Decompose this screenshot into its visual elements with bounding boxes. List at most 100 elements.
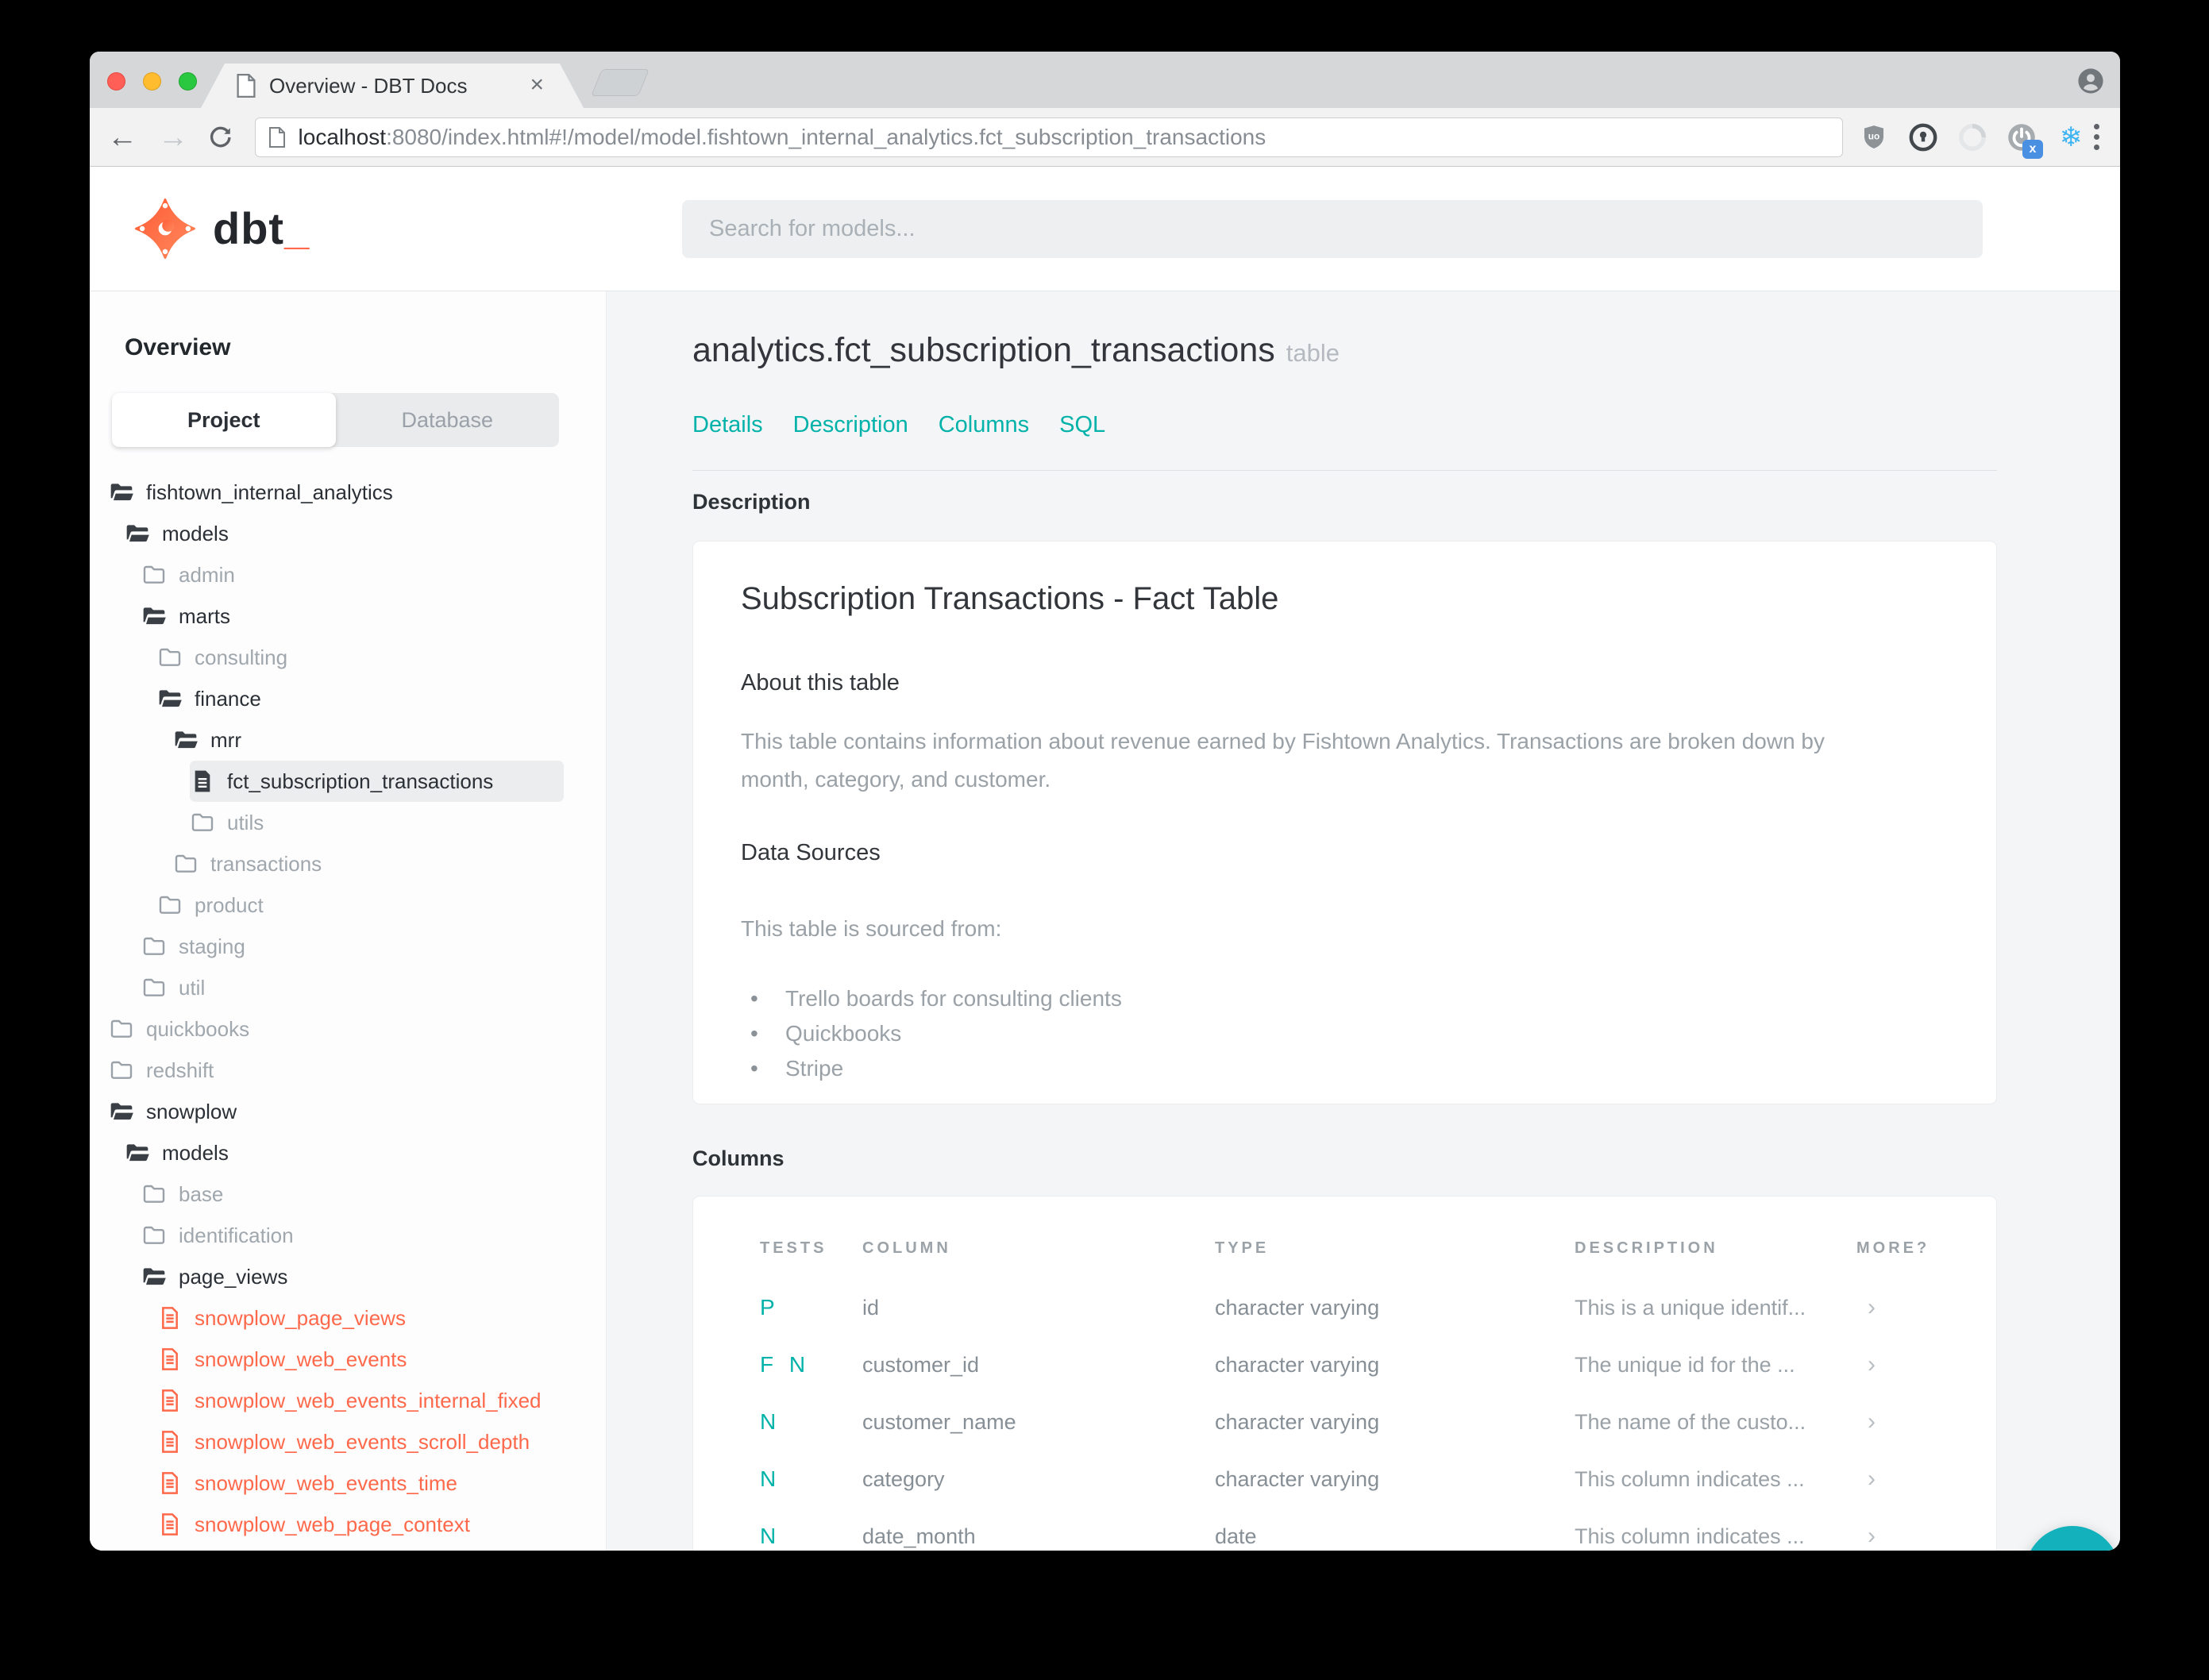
- tab-close-icon[interactable]: ×: [530, 71, 544, 98]
- source-label: Stripe: [785, 1056, 844, 1081]
- tree-item-label: page_views: [179, 1264, 288, 1289]
- tree-item[interactable]: redshift: [109, 1050, 564, 1091]
- tab-database[interactable]: Database: [336, 393, 560, 447]
- tree-item-label: snowplow_web_events_time: [195, 1470, 457, 1495]
- tree-item[interactable]: util: [141, 967, 564, 1008]
- tree-item[interactable]: snowplow_web_page_context: [157, 1504, 564, 1545]
- tree-item[interactable]: admin: [141, 554, 564, 595]
- column-row[interactable]: N date_month date This column indicates …: [760, 1508, 1964, 1551]
- tree-item[interactable]: fishtown_internal_analytics: [109, 472, 564, 513]
- tree-item[interactable]: consulting: [157, 637, 564, 678]
- column-tests: F N: [760, 1352, 811, 1377]
- tree-item-label: snowplow: [146, 1099, 237, 1123]
- tree-item[interactable]: snowplow: [109, 1091, 564, 1132]
- file-icon: [195, 770, 210, 792]
- tree-item-label: consulting: [195, 645, 288, 669]
- window-close-button[interactable]: [107, 72, 125, 91]
- tree-item[interactable]: base: [141, 1173, 564, 1215]
- bullet-icon: •: [750, 1021, 758, 1046]
- tree-item[interactable]: marts: [141, 595, 564, 637]
- column-name: customer_name: [862, 1409, 1016, 1434]
- model-nav-link[interactable]: Description: [793, 412, 908, 438]
- column-row[interactable]: N customer_name character varying The na…: [760, 1393, 1964, 1451]
- window-zoom-button[interactable]: [179, 72, 197, 91]
- column-row[interactable]: N category character varying This column…: [760, 1451, 1964, 1508]
- column-name: customer_id: [862, 1352, 980, 1377]
- tree-item[interactable]: fct_subscription_transactions: [190, 761, 564, 802]
- folder-closed-icon: [143, 978, 165, 996]
- url-bar[interactable]: localhost:8080/index.html#!/model/model.…: [254, 117, 1843, 157]
- column-type: character varying: [1215, 1352, 1380, 1377]
- expand-chevron-icon[interactable]: ›: [1856, 1523, 1964, 1550]
- column-description: This is a unique identif...: [1575, 1295, 1806, 1320]
- expand-chevron-icon[interactable]: ›: [1856, 1351, 1964, 1378]
- url-page-icon: [268, 126, 285, 148]
- tree-item[interactable]: transactions: [173, 843, 564, 884]
- column-row[interactable]: P id character varying This is a unique …: [760, 1279, 1964, 1336]
- expand-chevron-icon[interactable]: ›: [1856, 1408, 1964, 1435]
- tree-item[interactable]: snowplow_web_events_time: [157, 1462, 564, 1504]
- model-name: analytics.fct_subscription_transactions: [692, 331, 1275, 369]
- svg-text:uo: uo: [1868, 130, 1880, 141]
- tree-item[interactable]: staging: [141, 926, 564, 967]
- tree-item[interactable]: product: [157, 884, 564, 926]
- browser-menu-icon[interactable]: [2094, 124, 2099, 150]
- ublock-shield-icon[interactable]: uo: [1859, 122, 1889, 152]
- doc-title: Subscription Transactions - Fact Table: [741, 581, 1279, 616]
- source-list-item: • Quickbooks: [741, 1016, 1949, 1051]
- snowflake-extension-icon[interactable]: ❄: [2056, 122, 2086, 152]
- folder-open-icon: [175, 731, 198, 749]
- tree-item[interactable]: snowplow_web_events: [157, 1339, 564, 1380]
- search-input[interactable]: [682, 200, 1983, 258]
- model-nav-link[interactable]: SQL: [1059, 412, 1105, 438]
- tree-item[interactable]: page_views: [141, 1256, 564, 1297]
- header-type: TYPE: [1215, 1239, 1270, 1257]
- browser-tab[interactable]: Overview - DBT Docs ×: [201, 64, 584, 108]
- tree-item[interactable]: models: [125, 1132, 564, 1173]
- page-body: Overview Project Database fishtown_inter…: [90, 291, 2120, 1551]
- profile-avatar-icon[interactable]: [2077, 67, 2104, 94]
- tree-item-label: transactions: [210, 851, 322, 876]
- model-type-suffix: table: [1286, 339, 1340, 367]
- tree-item-label: snowplow_web_events: [195, 1347, 407, 1371]
- tab-project[interactable]: Project: [112, 393, 336, 447]
- column-row[interactable]: F N customer_id character varying The un…: [760, 1336, 1964, 1393]
- folder-closed-icon: [143, 937, 165, 955]
- column-type: date: [1215, 1524, 1257, 1548]
- column-type: character varying: [1215, 1409, 1380, 1434]
- tree-item[interactable]: models: [125, 513, 564, 554]
- tree-item[interactable]: mrr: [173, 719, 564, 761]
- window-minimize-button[interactable]: [143, 72, 161, 91]
- tree-item-label: utils: [227, 810, 264, 834]
- model-nav-link[interactable]: Columns: [939, 412, 1029, 438]
- dbt-logo-underscore: _: [284, 203, 310, 253]
- power-extension-icon[interactable]: x: [2007, 122, 2043, 159]
- description-section-label: Description: [692, 490, 811, 514]
- expand-chevron-icon[interactable]: ›: [1856, 1466, 1964, 1493]
- sources-list: • Trello boards for consulting clients •…: [741, 981, 1949, 1086]
- tree-item[interactable]: snowplow_web_events_internal_fixed: [157, 1380, 564, 1421]
- back-icon[interactable]: ←: [107, 122, 137, 152]
- tree-item[interactable]: finance: [157, 678, 564, 719]
- disabled-extension-icon[interactable]: [1957, 122, 1987, 152]
- folder-closed-icon: [110, 1061, 133, 1079]
- folder-closed-icon: [191, 813, 214, 831]
- onepassword-icon[interactable]: [1908, 122, 1938, 152]
- column-type: character varying: [1215, 1466, 1380, 1491]
- extension-badge: x: [2022, 139, 2043, 159]
- new-tab-button[interactable]: [591, 69, 650, 96]
- tree-item[interactable]: snowplow_page_views: [157, 1297, 564, 1339]
- reload-icon[interactable]: [207, 124, 234, 151]
- tree-item[interactable]: quickbooks: [109, 1008, 564, 1050]
- tree-item[interactable]: utils: [190, 802, 564, 843]
- tree-item[interactable]: identification: [141, 1215, 564, 1256]
- model-nav-link[interactable]: Details: [692, 412, 763, 438]
- main-content: analytics.fct_subscription_transactions t…: [607, 291, 2120, 1551]
- tree-item-label: fishtown_internal_analytics: [146, 480, 393, 504]
- expand-chevron-icon[interactable]: ›: [1856, 1294, 1964, 1321]
- dbt-logo[interactable]: dbt _: [135, 198, 309, 259]
- tree-item-label: quickbooks: [146, 1016, 250, 1041]
- tree-item-label: snowplow_web_events_scroll_depth: [195, 1429, 530, 1454]
- tree-item-label: util: [179, 975, 206, 1000]
- tree-item[interactable]: snowplow_web_events_scroll_depth: [157, 1421, 564, 1462]
